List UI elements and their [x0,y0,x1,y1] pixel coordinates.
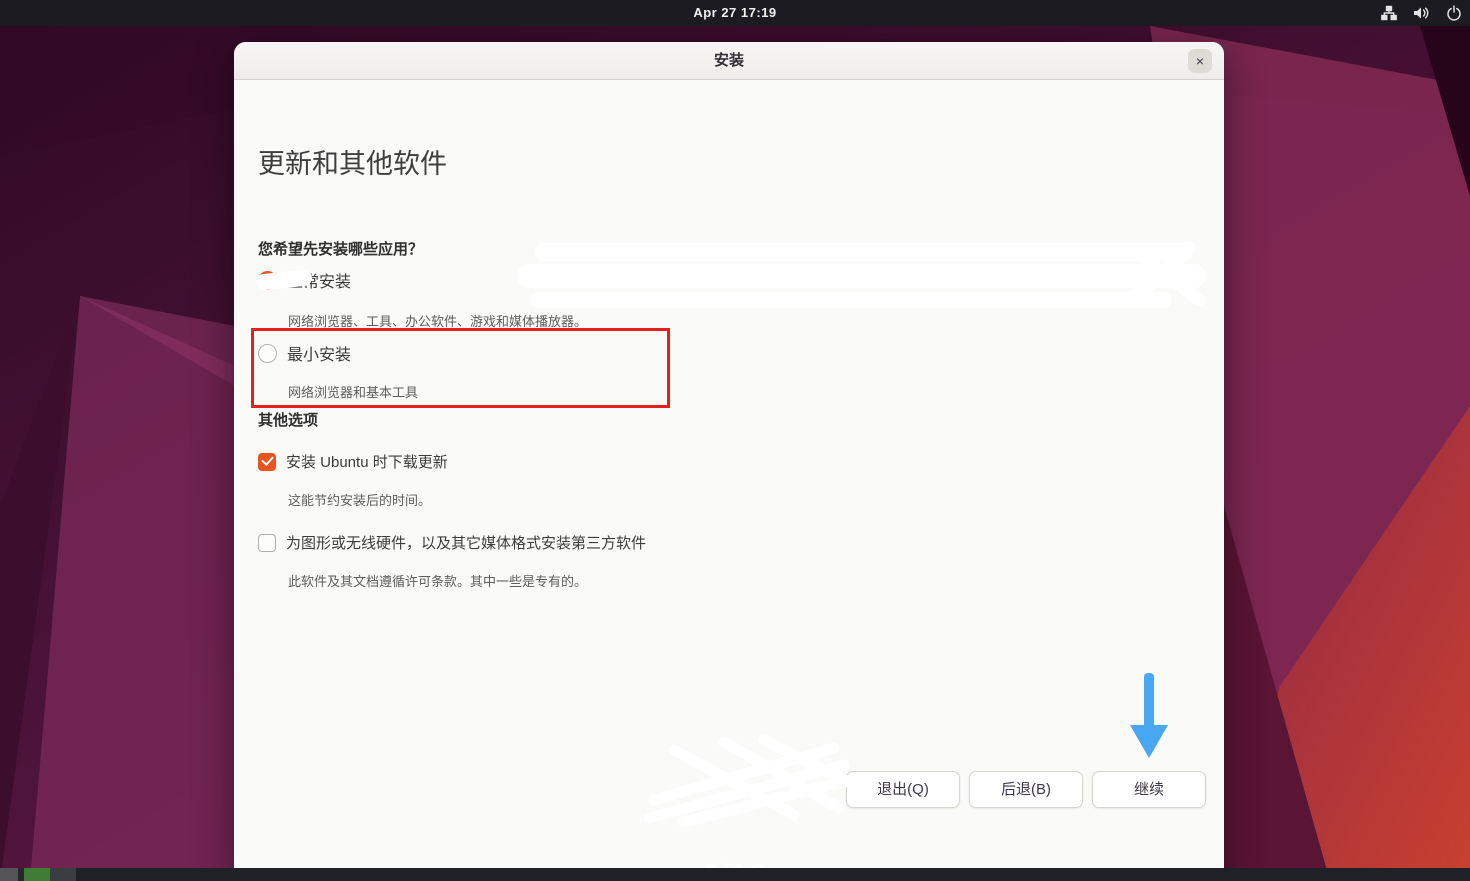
installer-body: 更新和其他软件 您希望先安装哪些应用？ 正常安装 网络浏览器、工具、办公软件、游… [234,80,1224,880]
back-button[interactable]: 后退(B) [969,771,1083,808]
bottom-edge-taskbar[interactable] [0,868,1470,881]
radio-option-desc: 网络浏览器和基本工具 [288,382,418,401]
radio-option-desc: 网络浏览器、工具、办公软件、游戏和媒体播放器。 [288,311,587,330]
top-panel: Apr 27 17:19 [0,0,1470,26]
radio-option-label: 正常安装 [287,268,351,292]
taskbar-block-green [24,868,50,881]
close-button[interactable]: × [1188,49,1212,73]
checkbox-desc: 这能节约安装后的时间。 [288,490,431,509]
page-title: 更新和其他软件 [258,142,447,181]
other-options-label: 其他选项 [258,409,318,430]
installer-window: 安装 × 更新和其他软件 您希望先安装哪些应用？ 正常安装 [234,42,1224,881]
system-tray[interactable] [1381,0,1462,26]
radio-icon-minimal-install[interactable] [258,344,277,363]
taskbar-block-gray2 [50,868,76,881]
checkbox-row-1[interactable]: 为图形或无线硬件，以及其它媒体格式安装第三方软件 [258,532,646,553]
radio-option-0[interactable]: 正常安装 [258,268,351,292]
checkbox-label: 安装 Ubuntu 时下载更新 [286,451,448,472]
blue-arrow-annotation [1126,670,1172,766]
radio-option-label: 最小安装 [287,341,351,365]
checkbox-label: 为图形或无线硬件，以及其它媒体格式安装第三方软件 [286,532,646,553]
checkbox-row-0[interactable]: 安装 Ubuntu 时下载更新 [258,451,448,472]
question-label: 您希望先安装哪些应用？ [258,238,423,259]
network-wired-icon [1381,5,1397,21]
desktop: Apr 27 17:19 [0,0,1470,881]
checkbox-icon-download-updates[interactable] [258,453,276,471]
window-title: 安装 [234,42,1224,80]
radio-icon-normal-install[interactable] [258,271,277,290]
taskbar-block-gray [0,868,18,881]
radio-option-1[interactable]: 最小安装 [258,341,351,365]
checkbox-desc: 此软件及其文档遵循许可条款。其中一些是专有的。 [288,571,587,590]
clock[interactable]: Apr 27 17:19 [0,0,1470,26]
checkbox-icon-third-party[interactable] [258,534,276,552]
continue-button[interactable]: 继续 [1092,771,1206,808]
quit-button[interactable]: 退出(Q) [846,771,960,808]
window-titlebar[interactable]: 安装 × [234,42,1224,80]
power-icon [1446,5,1462,21]
volume-icon [1413,5,1430,21]
